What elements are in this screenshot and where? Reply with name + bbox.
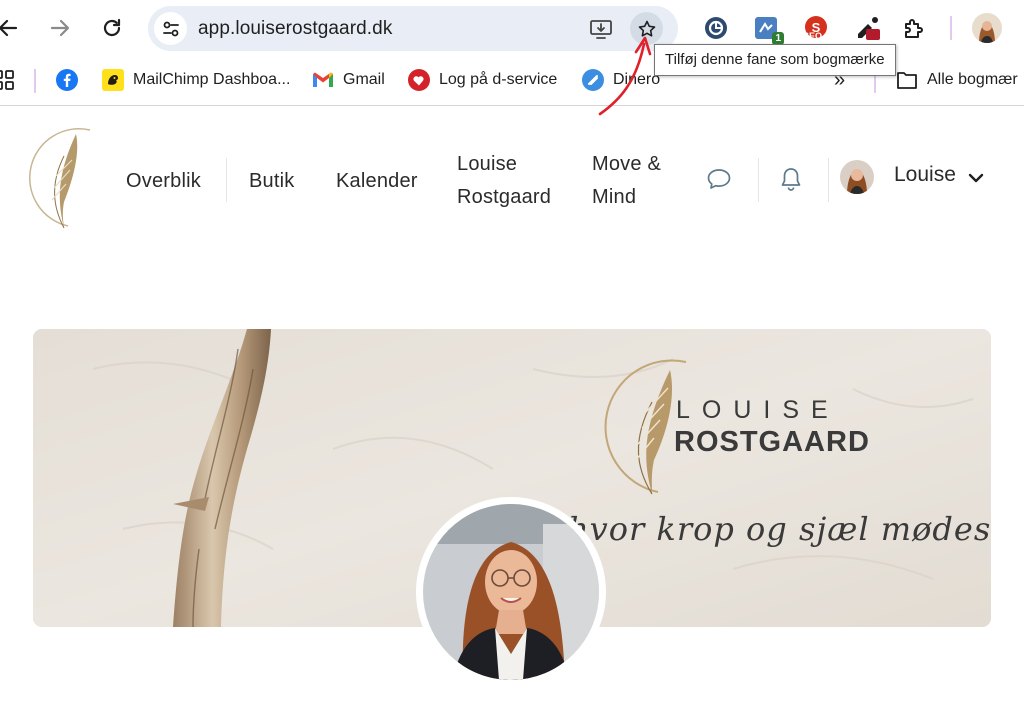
grammar-check-extension[interactable] — [702, 14, 730, 42]
nav-separator — [226, 158, 227, 202]
annotation-arrow-icon — [598, 36, 652, 116]
reload-button[interactable] — [94, 10, 130, 46]
profile-photo-image — [423, 504, 599, 680]
nav-label-line: Rostgaard — [457, 186, 552, 208]
bookmark-tooltip: Tilføj denne fane som bogmærke — [654, 44, 896, 76]
bookmarks-divider — [34, 69, 36, 93]
brand-name-line2: ROSTGAARD — [674, 426, 870, 458]
apps-grid-icon — [0, 70, 14, 90]
chevron-down-icon[interactable] — [966, 168, 986, 188]
tune-icon — [162, 21, 179, 36]
seo-label: SEO — [803, 31, 823, 41]
bookmark-mailchimp[interactable]: MailChimp Dashboa... — [102, 67, 290, 93]
nav-separator — [828, 158, 829, 202]
messages-button[interactable] — [706, 166, 732, 192]
color-picker-extension[interactable] — [854, 14, 882, 42]
nav-label-line: Move & — [592, 153, 662, 175]
bookmark-label: Log på d-service — [439, 71, 558, 88]
bookmark-label: Gmail — [343, 71, 385, 88]
all-bookmarks-label: Alle bogmær — [927, 71, 1018, 88]
user-photo-icon — [840, 160, 874, 194]
user-avatar[interactable] — [840, 160, 874, 194]
notifications-button[interactable] — [778, 166, 804, 192]
reload-icon — [103, 18, 121, 37]
toolbar-divider — [950, 16, 952, 40]
gmail-icon — [312, 69, 334, 91]
site-info-button[interactable] — [154, 12, 187, 45]
chat-bubble-icon — [707, 169, 731, 189]
apps-button[interactable] — [0, 70, 14, 95]
forward-arrow-icon — [50, 19, 70, 37]
all-bookmarks-button[interactable]: Alle bogmær — [896, 67, 1018, 93]
nav-label-line: Louise — [457, 153, 518, 175]
back-arrow-icon — [0, 19, 18, 37]
bookmark-facebook[interactable] — [56, 67, 78, 93]
green-extension[interactable]: 1 — [752, 14, 784, 45]
nav-move-and-mind[interactable]: Move & Mind — [592, 148, 661, 214]
folder-icon — [896, 69, 918, 91]
bookmark-d-service[interactable]: Log på d-service — [408, 67, 557, 93]
site-logo[interactable] — [6, 122, 102, 230]
back-button[interactable] — [0, 10, 26, 46]
nav-butik[interactable]: Butik — [249, 165, 294, 198]
color-picker-icon — [858, 17, 880, 40]
extensions-button[interactable] — [900, 14, 928, 42]
bell-icon — [781, 168, 801, 191]
brand-tagline: hvor krop og sjæl mødes — [568, 510, 992, 548]
nav-louise-rostgaard[interactable]: Louise Rostgaard — [457, 148, 551, 214]
seo-extension[interactable]: S SEO — [802, 14, 830, 42]
nav-separator — [758, 158, 759, 202]
bookmark-label: MailChimp Dashboa... — [133, 71, 291, 88]
grammar-check-icon — [705, 17, 727, 39]
mailchimp-icon — [102, 69, 124, 91]
forward-button[interactable] — [42, 10, 78, 46]
nav-overblik[interactable]: Overblik — [126, 165, 201, 198]
url-text[interactable]: app.louiserostgaard.dk — [198, 18, 392, 40]
nav-kalender[interactable]: Kalender — [336, 165, 418, 198]
extensions-puzzle-icon — [905, 19, 923, 38]
user-name[interactable]: Louise — [894, 163, 956, 187]
brand-name-line1: LOUISE — [676, 396, 840, 424]
profile-photo[interactable] — [416, 497, 606, 687]
profile-photo-icon — [972, 13, 1002, 43]
nav-label-line: Mind — [592, 186, 637, 208]
bookmark-gmail[interactable]: Gmail — [312, 67, 385, 93]
heart-icon — [408, 69, 430, 91]
facebook-icon — [56, 69, 78, 91]
woman-portrait-icon — [423, 504, 599, 680]
browser-profile-avatar[interactable] — [972, 13, 1002, 43]
